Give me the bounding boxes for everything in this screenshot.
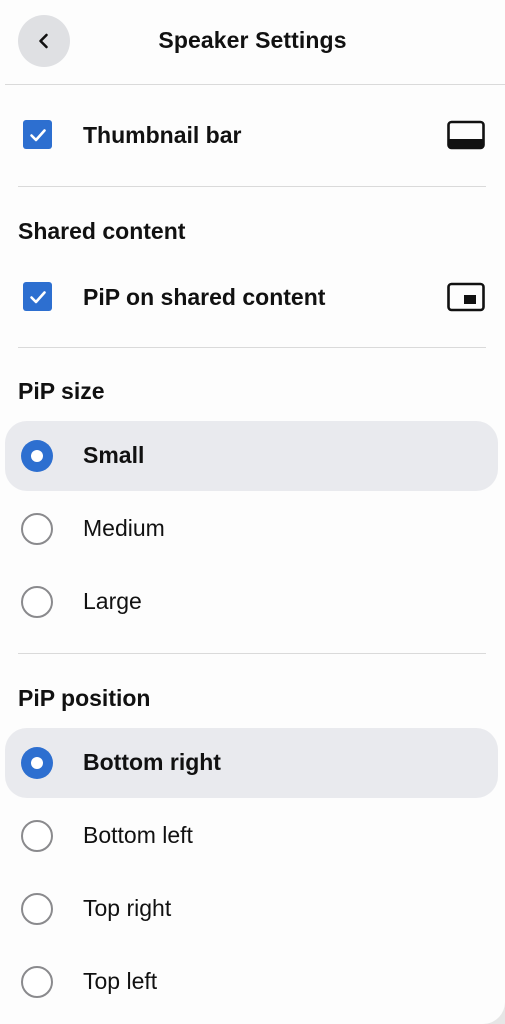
- radio-button[interactable]: [21, 440, 53, 472]
- pip-position-option-bottom-right[interactable]: Bottom right: [5, 728, 498, 798]
- divider: [18, 653, 486, 654]
- pip-position-option-bottom-left[interactable]: Bottom left: [5, 801, 498, 871]
- thumbnail-bar-label: Thumbnail bar: [83, 122, 242, 148]
- page-title: Speaker Settings: [158, 27, 347, 53]
- pip-shared-content-checkbox[interactable]: [23, 282, 52, 311]
- pip-size-heading: PiP size: [18, 378, 105, 404]
- pip-size-option-small[interactable]: Small: [5, 421, 498, 491]
- speaker-settings-panel: Speaker Settings Thumbnail bar Shared co…: [0, 0, 505, 1024]
- option-label: Top left: [83, 968, 158, 994]
- checkmark-icon: [29, 128, 46, 141]
- pip-shared-content-label: PiP on shared content: [83, 284, 326, 310]
- thumbnail-bar-row[interactable]: Thumbnail bar: [0, 112, 505, 158]
- pip-size-option-large[interactable]: Large: [5, 567, 498, 637]
- divider: [5, 84, 505, 85]
- option-label: Medium: [83, 515, 165, 541]
- option-label: Small: [83, 442, 145, 468]
- thumbnail-bar-checkbox[interactable]: [23, 120, 52, 149]
- option-label: Bottom left: [83, 822, 193, 848]
- radio-button[interactable]: [21, 513, 53, 545]
- pip-position-heading: PiP position: [18, 685, 151, 711]
- option-label: Bottom right: [83, 749, 221, 775]
- pip-size-option-medium[interactable]: Medium: [5, 494, 498, 564]
- checkmark-icon: [29, 290, 46, 303]
- radio-button[interactable]: [21, 820, 53, 852]
- pip-shared-content-row[interactable]: PiP on shared content: [0, 274, 505, 320]
- divider: [18, 347, 486, 348]
- thumbnail-bar-icon: [447, 120, 485, 150]
- radio-button[interactable]: [21, 893, 53, 925]
- radio-button[interactable]: [21, 747, 53, 779]
- option-label: Top right: [83, 895, 172, 921]
- option-label: Large: [83, 588, 142, 614]
- pip-position-option-top-left[interactable]: Top left: [5, 947, 498, 1017]
- radio-button[interactable]: [21, 586, 53, 618]
- header: Speaker Settings: [0, 0, 505, 84]
- divider: [18, 186, 486, 187]
- pip-icon: [447, 282, 485, 312]
- shared-content-heading: Shared content: [18, 218, 186, 244]
- radio-button[interactable]: [21, 966, 53, 998]
- pip-position-option-top-right[interactable]: Top right: [5, 874, 498, 944]
